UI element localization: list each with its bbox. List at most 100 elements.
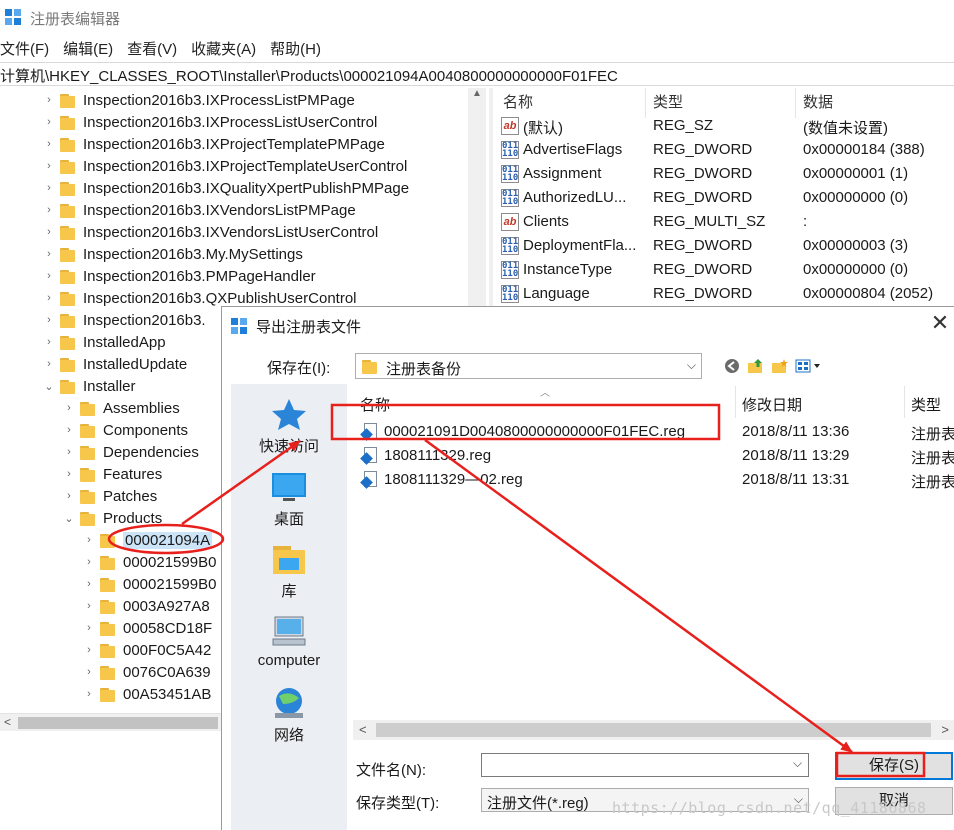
menu-file[interactable]: 文件(F) xyxy=(0,38,49,60)
chevron-right-icon[interactable]: › xyxy=(42,248,56,260)
chevron-right-icon[interactable]: › xyxy=(42,94,56,106)
chevron-right-icon[interactable]: › xyxy=(82,688,96,700)
tree-item[interactable]: ⌄ Products xyxy=(62,507,162,529)
chevron-down-icon[interactable]: ⌄ xyxy=(42,380,56,393)
column-header-name[interactable]: 名称 xyxy=(360,394,390,415)
column-header-data[interactable]: 数据 xyxy=(803,91,833,112)
chevron-right-icon[interactable]: › xyxy=(42,116,56,128)
address-bar[interactable]: 计算机\HKEY_CLASSES_ROOT\Installer\Products… xyxy=(0,62,954,86)
value-row[interactable]: 011 110 InstanceType REG_DWORD 0x00000000 (… xyxy=(494,259,954,283)
column-header-type[interactable]: 类型 xyxy=(653,91,683,112)
chevron-right-icon[interactable]: › xyxy=(62,468,76,480)
tree-item[interactable]: › Inspection2016b3.IXProcessListPMPage xyxy=(42,89,355,111)
up-folder-icon[interactable] xyxy=(746,356,766,376)
tree-item[interactable]: › Inspection2016b3.IXProjectTemplatePMPag… xyxy=(42,133,385,155)
tree-item[interactable]: › Dependencies xyxy=(62,441,199,463)
menu-edit[interactable]: 编辑(E) xyxy=(63,38,113,60)
tree-item[interactable]: › 0003A927A8 xyxy=(82,595,210,617)
tree-item[interactable]: › Inspection2016b3.IXQualityXpertPublishP… xyxy=(42,177,409,199)
scroll-up-arrow-icon[interactable]: ▲ xyxy=(471,88,483,99)
value-row[interactable]: ab Clients REG_MULTI_SZ: xyxy=(494,211,954,235)
file-row[interactable]: 000021091D0040800000000000F01FEC.reg 2018… xyxy=(353,420,954,444)
tree-item[interactable]: › Inspection2016b3.IXVendorsListPMPage xyxy=(42,199,356,221)
tree-item[interactable]: › 000F0C5A42 xyxy=(82,639,211,661)
chevron-right-icon[interactable]: › xyxy=(42,336,56,348)
tree-item[interactable]: › Patches xyxy=(62,485,157,507)
scroll-right-arrow-icon[interactable]: > xyxy=(941,722,949,737)
view-menu-icon[interactable] xyxy=(794,356,824,376)
chevron-right-icon[interactable]: › xyxy=(82,644,96,656)
place-desktop[interactable]: 桌面 xyxy=(231,470,347,529)
chevron-right-icon[interactable]: › xyxy=(62,446,76,458)
chevron-right-icon[interactable]: › xyxy=(62,424,76,436)
scroll-left-arrow-icon[interactable]: < xyxy=(359,722,367,737)
new-folder-icon[interactable] xyxy=(770,356,790,376)
chevron-right-icon[interactable]: › xyxy=(42,292,56,304)
chevron-right-icon[interactable]: › xyxy=(82,534,96,546)
column-divider[interactable] xyxy=(735,386,736,418)
chevron-right-icon[interactable]: › xyxy=(82,600,96,612)
scroll-thumb[interactable] xyxy=(18,717,218,729)
tree-item[interactable]: › 0076C0A639 xyxy=(82,661,210,683)
chevron-down-icon[interactable]: ⌵ xyxy=(793,756,802,771)
tree-item[interactable]: › Inspection2016b3.IXProcessListUserContr… xyxy=(42,111,377,133)
chevron-right-icon[interactable]: › xyxy=(42,226,56,238)
column-header-name[interactable]: 名称 xyxy=(503,91,533,112)
column-divider[interactable] xyxy=(795,88,796,118)
place-quick-access[interactable]: 快速访问 xyxy=(231,397,347,456)
chevron-right-icon[interactable]: › xyxy=(62,490,76,502)
tree-item[interactable]: › 000021599B0 xyxy=(82,573,216,595)
chevron-right-icon[interactable]: › xyxy=(42,314,56,326)
place-computer[interactable]: computer xyxy=(231,614,347,669)
tree-item[interactable]: › Inspection2016b3.IXVendorsListUserContr… xyxy=(42,221,378,243)
tree-item[interactable]: › 000021094A xyxy=(82,529,213,551)
value-row[interactable]: 011 110 Assignment REG_DWORD 0x00000001 (1) xyxy=(494,163,954,187)
chevron-right-icon[interactable]: › xyxy=(42,182,56,194)
place-network[interactable]: 网络 xyxy=(231,686,347,745)
chevron-right-icon[interactable]: › xyxy=(42,270,56,282)
chevron-right-icon[interactable]: › xyxy=(42,358,56,370)
save-in-dropdown[interactable]: 注册表备份 ⌵ xyxy=(355,353,702,379)
chevron-right-icon[interactable]: › xyxy=(82,556,96,568)
tree-vertical-scrollbar[interactable]: ▲ xyxy=(468,88,486,310)
tree-item[interactable]: › Assemblies xyxy=(62,397,180,419)
value-row[interactable]: 011 110 Language REG_DWORD 0x00000804 (2052… xyxy=(494,283,954,307)
scroll-thumb[interactable] xyxy=(376,723,931,737)
tree-item[interactable]: › Inspection2016b3.My.MySettings xyxy=(42,243,303,265)
close-icon[interactable]: ✕ xyxy=(928,312,952,336)
file-list-horizontal-scrollbar[interactable]: < > xyxy=(353,720,954,740)
tree-item[interactable]: › InstalledApp xyxy=(42,331,165,353)
save-button[interactable]: 保存(S) xyxy=(835,752,953,780)
place-library[interactable]: 库 xyxy=(231,542,347,601)
tree-item[interactable]: › 000021599B0 xyxy=(82,551,216,573)
tree-item[interactable]: › Inspection2016b3.IXProjectTemplateUserC… xyxy=(42,155,407,177)
tree-item[interactable]: › 00058CD18F xyxy=(82,617,212,639)
column-divider[interactable] xyxy=(645,88,646,118)
chevron-right-icon[interactable]: › xyxy=(42,204,56,216)
tree-item[interactable]: › Features xyxy=(62,463,162,485)
column-divider[interactable] xyxy=(904,386,905,418)
column-header-type[interactable]: 类型 xyxy=(911,394,941,415)
chevron-right-icon[interactable]: › xyxy=(42,138,56,150)
tree-item[interactable]: › InstalledUpdate xyxy=(42,353,187,375)
file-row[interactable]: 1808111329—02.reg 2018/8/11 13:31 注册表 xyxy=(353,468,954,492)
tree-item[interactable]: ⌄ Installer xyxy=(42,375,135,397)
chevron-right-icon[interactable]: › xyxy=(42,160,56,172)
file-row[interactable]: 1808111329.reg 2018/8/11 13:29 注册表 xyxy=(353,444,954,468)
pane-splitter[interactable] xyxy=(489,88,493,310)
scroll-left-arrow-icon[interactable]: < xyxy=(4,715,11,729)
chevron-right-icon[interactable]: › xyxy=(82,622,96,634)
chevron-down-icon[interactable]: ⌄ xyxy=(62,512,76,525)
chevron-right-icon[interactable]: › xyxy=(62,402,76,414)
tree-item[interactable]: › 00A53451AB xyxy=(82,683,211,705)
value-row[interactable]: 011 110 AdvertiseFlags REG_DWORD 0x00000184… xyxy=(494,139,954,163)
menu-view[interactable]: 查看(V) xyxy=(127,38,177,60)
tree-item[interactable]: › Inspection2016b3.PMPageHandler xyxy=(42,265,316,287)
chevron-right-icon[interactable]: › xyxy=(82,578,96,590)
value-row[interactable]: 011 110 DeploymentFla... REG_DWORD 0x000000… xyxy=(494,235,954,259)
back-icon[interactable] xyxy=(722,356,742,376)
menu-help[interactable]: 帮助(H) xyxy=(270,38,321,60)
value-row[interactable]: ab (默认) REG_SZ (数值未设置) xyxy=(494,115,954,139)
filename-input[interactable] xyxy=(481,753,809,777)
chevron-right-icon[interactable]: › xyxy=(82,666,96,678)
